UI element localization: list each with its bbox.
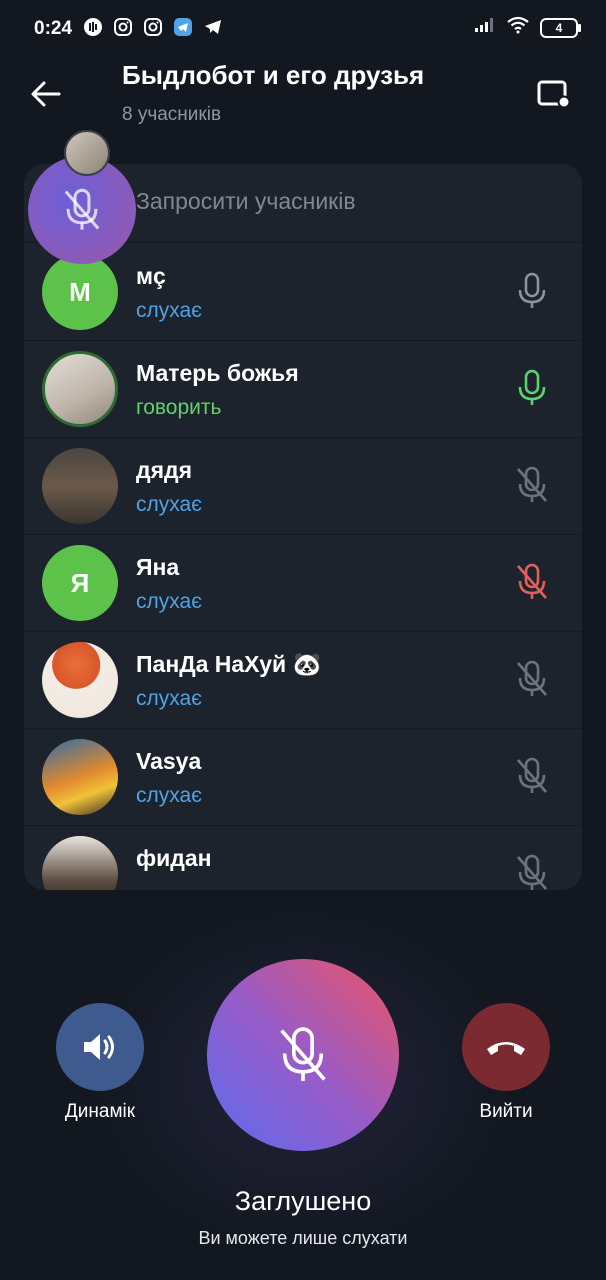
participant-row[interactable]: Матерь божья говорить [24,340,582,438]
mic-muted-icon [280,1027,326,1081]
participant-name: ПанДа НаХуй 🐼 [136,651,322,677]
wifi-icon [506,16,530,39]
participant-name: дядя [136,457,193,483]
avatar [42,351,118,427]
muted-status-subtitle: Ви можете лише слухати [198,1228,408,1248]
telegram-app-icon [172,16,194,38]
participant-status: слухає [136,687,202,710]
leave-button[interactable] [462,1003,550,1091]
battery-indicator: 4 [540,17,581,38]
mic-muted-icon[interactable] [512,756,552,796]
instagram-icon [142,16,164,38]
avatar [42,642,118,718]
participant-row[interactable]: дядя слухає [24,437,582,535]
participant-row[interactable]: Vasya слухає [24,728,582,826]
participant-name: мç [136,263,166,289]
participant-name: Яна [136,554,180,580]
leave-label: Вийти [479,1101,533,1122]
participant-row[interactable]: ПанДа НаХуй 🐼 слухає [24,631,582,729]
mic-muted-icon [64,188,100,230]
participant-row[interactable]: M мç слухає [24,243,582,341]
mic-muted-icon[interactable] [512,853,552,890]
status-time: 0:24 [34,18,73,39]
avatar: Я [42,545,118,621]
invite-label: Запросити учасників [136,188,356,214]
hang-up-icon [487,1042,525,1055]
participant-name: фидан [136,845,212,871]
participant-status: говорить [136,396,222,419]
screen-share-button[interactable] [534,74,574,114]
participant-status: слухає [136,784,202,807]
mic-muted-icon[interactable] [512,659,552,699]
speaker-icon [84,1034,114,1060]
participant-status: слухає [136,493,202,516]
participant-row[interactable]: фидан [24,825,582,890]
back-button[interactable] [26,74,66,114]
self-photo-avatar [64,130,110,176]
avatar: M [42,254,118,330]
avatar [42,739,118,815]
muted-status-title: Заглушено [234,1186,372,1216]
participant-name: Vasya [136,748,202,774]
mic-icon[interactable] [512,271,552,311]
podcast-icon [82,16,104,38]
chat-title: Быдлобот и его друзья [122,60,425,90]
signal-icon [474,17,496,38]
telegram-icon [202,16,224,38]
mic-muted-red-icon[interactable] [512,562,552,602]
avatar [42,448,118,524]
status-bar: 0:24 4 [0,0,606,56]
participant-row[interactable]: Я Яна слухає [24,534,582,632]
participant-count: 8 учасників [122,104,222,125]
participant-status: слухає [136,299,202,322]
main-mute-button[interactable] [207,959,399,1151]
screen-cast-icon [537,80,571,108]
instagram-icon [112,16,134,38]
participants-panel: Запросити учасників M мç слухає Матерь б… [24,164,582,890]
speaker-button[interactable] [56,1003,144,1091]
speaker-label: Динамік [64,1101,136,1122]
participant-name: Матерь божья [136,360,299,386]
arrow-left-icon [31,81,61,107]
mic-muted-icon[interactable] [512,465,552,505]
participant-status: слухає [136,590,202,613]
avatar [42,836,118,890]
mic-active-icon[interactable] [512,368,552,408]
